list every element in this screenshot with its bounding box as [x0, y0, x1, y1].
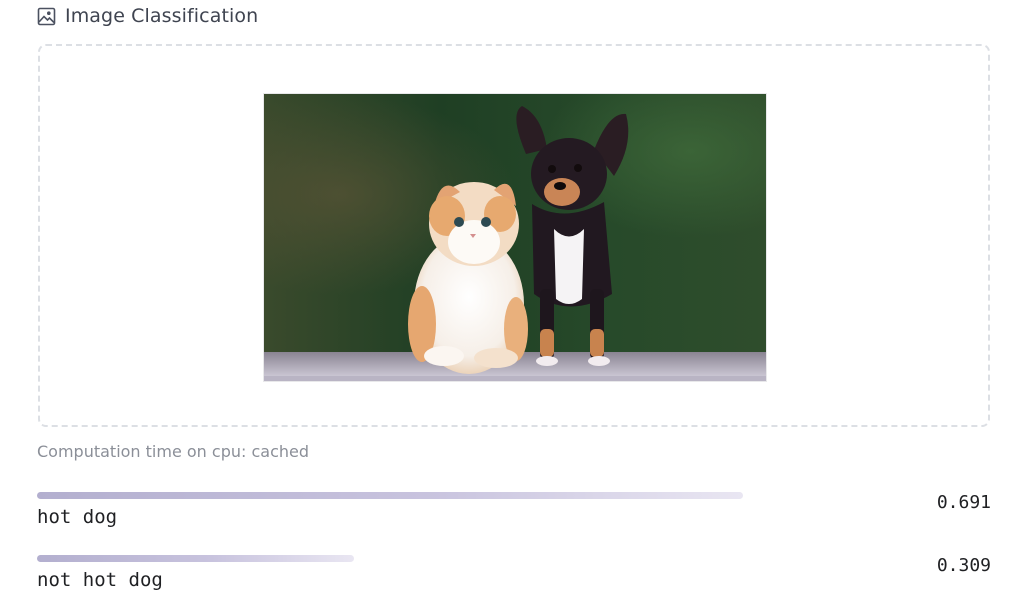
image-icon	[36, 6, 56, 26]
result-label: not hot dog	[37, 569, 163, 591]
confidence-bar	[37, 555, 354, 562]
component-header: Image Classification	[36, 3, 258, 29]
result-row: not hot dog 0.309	[37, 555, 991, 595]
computation-time-text: Computation time on cpu: cached	[37, 442, 310, 461]
image-upload-dropzone[interactable]	[38, 44, 990, 427]
result-label: hot dog	[37, 506, 118, 528]
result-score: 0.309	[936, 555, 991, 576]
uploaded-image	[264, 94, 766, 381]
result-score: 0.691	[936, 492, 991, 513]
result-row: hot dog 0.691	[37, 492, 991, 532]
confidence-bar	[37, 492, 743, 499]
component-title: Image Classification	[65, 5, 259, 27]
